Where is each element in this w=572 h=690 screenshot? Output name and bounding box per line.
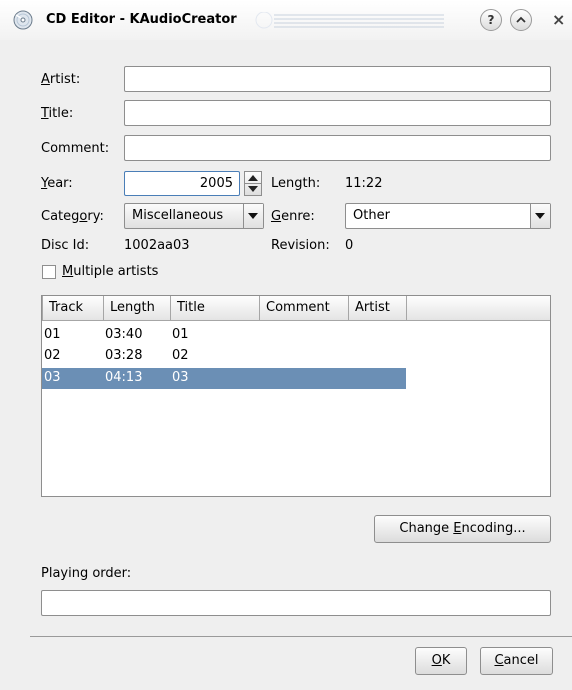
length-label: Length:: [271, 176, 321, 191]
tracks-table[interactable]: Track Length Title Comment Artist 01 03:…: [41, 295, 551, 497]
column-header-artist[interactable]: Artist: [348, 296, 407, 321]
category-select[interactable]: Miscellaneous: [124, 203, 264, 229]
title-cell: 01: [172, 327, 189, 342]
table-row[interactable]: 01 03:40 01: [42, 326, 406, 344]
track-cell: 01: [44, 327, 61, 342]
playing-order-label: Playing order:: [41, 566, 132, 581]
chevron-down-icon[interactable]: [530, 204, 550, 228]
change-encoding-button[interactable]: Change Encoding...: [374, 515, 551, 543]
titlebar-decoration: [255, 12, 444, 29]
comment-input[interactable]: [124, 135, 551, 161]
year-spinbox[interactable]: 2005: [124, 171, 240, 196]
title-cell: 02: [172, 348, 189, 363]
title-cell: 03: [172, 370, 189, 385]
cd-app-icon[interactable]: [12, 9, 34, 31]
disc-id-value: 1002aa03: [124, 238, 190, 253]
cd-editor-window: CD Editor - KAudioCreator ? × Artist: Ti…: [0, 0, 572, 690]
genre-select[interactable]: Other: [345, 203, 551, 229]
revision-value: 0: [345, 238, 354, 253]
title-input[interactable]: [124, 100, 551, 126]
year-stepper[interactable]: [244, 171, 262, 196]
ok-button[interactable]: OK: [415, 647, 467, 675]
category-label: Category:: [41, 209, 104, 224]
genre-value: Other: [353, 208, 390, 223]
length-value: 11:22: [345, 176, 383, 191]
column-header-comment[interactable]: Comment: [259, 296, 349, 321]
revision-label: Revision:: [271, 238, 330, 253]
tracks-table-header: Track Length Title Comment Artist: [42, 296, 550, 323]
length-cell: 04:13: [105, 370, 143, 385]
down-arrow-icon[interactable]: [248, 186, 258, 192]
chevron-up-icon: [516, 16, 526, 23]
window-title: CD Editor - KAudioCreator: [46, 12, 237, 27]
disc-id-label: Disc Id:: [41, 238, 90, 253]
column-header-filler: [406, 296, 550, 321]
help-icon: ?: [487, 13, 495, 27]
chevron-down-icon[interactable]: [243, 204, 263, 228]
year-value: 2005: [199, 176, 233, 191]
column-header-title[interactable]: Title: [170, 296, 260, 321]
table-row-selected[interactable]: 03 04:13 03: [42, 368, 406, 389]
title-label: Title:: [41, 106, 74, 121]
up-arrow-icon[interactable]: [248, 175, 258, 181]
length-cell: 03:40: [105, 327, 143, 342]
cancel-button[interactable]: Cancel: [480, 647, 553, 675]
artist-label: Artist:: [41, 72, 81, 87]
playing-order-input[interactable]: [41, 590, 551, 616]
help-button[interactable]: ?: [480, 9, 502, 31]
column-header-track[interactable]: Track: [42, 296, 104, 321]
length-cell: 03:28: [105, 348, 143, 363]
divider: [30, 636, 572, 637]
category-value: Miscellaneous: [132, 208, 224, 223]
shade-button[interactable]: [510, 9, 532, 31]
multiple-artists-checkbox[interactable]: [42, 265, 56, 279]
table-row[interactable]: 02 03:28 02: [42, 347, 406, 365]
close-button[interactable]: ×: [552, 11, 568, 29]
title-bar[interactable]: CD Editor - KAudioCreator ? ×: [0, 0, 572, 40]
artist-input[interactable]: [124, 66, 551, 92]
multiple-artists-label[interactable]: Multiple artists: [62, 264, 158, 279]
track-cell: 02: [44, 348, 61, 363]
close-icon: ×: [552, 10, 566, 29]
column-header-length[interactable]: Length: [103, 296, 171, 321]
genre-label: Genre:: [271, 209, 315, 224]
comment-label: Comment:: [41, 141, 110, 156]
year-label: Year:: [41, 176, 73, 191]
track-cell: 03: [44, 370, 61, 385]
